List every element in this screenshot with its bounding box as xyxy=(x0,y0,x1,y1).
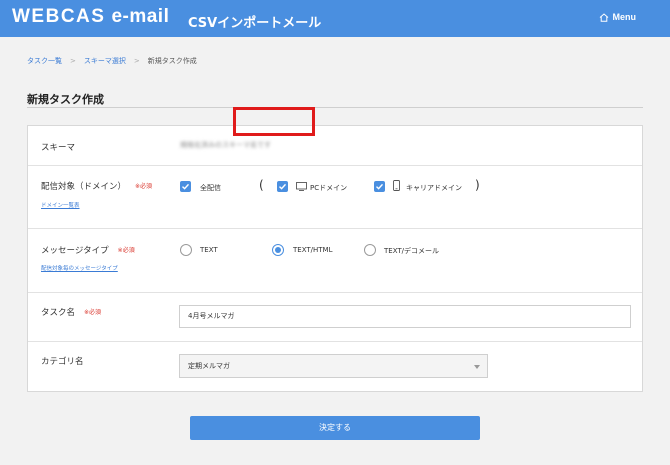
schema-label: スキーマ xyxy=(41,143,76,153)
message-type-label: メッセージタイプ ※必須 xyxy=(41,244,135,256)
domain-label-text: 配信対象（ドメイン） xyxy=(41,182,127,192)
message-type-row: メッセージタイプ ※必須 配信対象毎のメッセージタイプ TEXT TEXT/HTM… xyxy=(28,229,642,293)
close-paren: ) xyxy=(475,178,480,192)
breadcrumb-schema-select[interactable]: スキーマ選択 xyxy=(84,56,126,66)
menu-button[interactable]: Menu xyxy=(599,12,637,22)
checkmark-icon xyxy=(376,183,384,190)
task-form: スキーマ 規格化済みのスキーマ名です 配信対象（ドメイン） ※必須 ドメイン一覧表… xyxy=(27,125,643,392)
domain-label: 配信対象（ドメイン） ※必須 xyxy=(41,180,152,192)
category-label: カテゴリ名 xyxy=(41,357,84,367)
radio-text-decomail[interactable] xyxy=(364,244,376,256)
required-mark: ※必須 xyxy=(117,247,135,254)
webcas-logo[interactable]: WEBCAS e-mail xyxy=(12,6,169,28)
breadcrumb-separator: > xyxy=(133,57,140,65)
checkmark-icon xyxy=(279,183,287,190)
open-paren: ( xyxy=(259,178,264,192)
category-row: カテゴリ名 定期メルマガ xyxy=(28,342,642,391)
breadcrumb-task-list[interactable]: タスク一覧 xyxy=(27,56,62,66)
breadcrumb-separator: > xyxy=(70,57,76,65)
task-name-label: タスク名 ※必須 xyxy=(41,306,101,318)
mobile-phone-icon xyxy=(393,180,400,191)
task-name-input[interactable]: 4月号メルマガ xyxy=(179,305,631,328)
radio-text-html-label: TEXT/HTML xyxy=(293,246,333,254)
message-type-link[interactable]: 配信対象毎のメッセージタイプ xyxy=(41,264,118,272)
home-icon xyxy=(599,12,608,22)
category-select-value: 定期メルマガ xyxy=(188,362,230,370)
schema-value: 規格化済みのスキーマ名です xyxy=(180,141,271,149)
radio-text-html[interactable] xyxy=(272,244,284,256)
message-type-label-text: メッセージタイプ xyxy=(41,246,109,256)
category-select[interactable]: 定期メルマガ xyxy=(179,354,488,378)
all-delivery-checkbox[interactable] xyxy=(180,181,191,192)
carrier-domain-checkbox[interactable] xyxy=(374,181,385,192)
logo-sub: e-mail xyxy=(111,6,170,27)
breadcrumb-current: 新規タスク作成 xyxy=(147,57,197,65)
logo-main: WEBCAS xyxy=(12,6,106,27)
radio-text[interactable] xyxy=(180,244,192,256)
carrier-domain-label: キャリアドメイン xyxy=(406,184,462,192)
radio-text-label: TEXT xyxy=(200,246,218,254)
title-divider xyxy=(27,107,643,108)
app-title: CSVインポートメール xyxy=(188,16,322,31)
monitor-icon xyxy=(296,182,307,191)
required-mark: ※必須 xyxy=(84,309,102,316)
pc-domain-label: PCドメイン xyxy=(310,184,348,192)
checkmark-icon xyxy=(182,183,190,190)
pc-domain-checkbox[interactable] xyxy=(277,181,288,192)
menu-label: Menu xyxy=(612,12,637,22)
domain-list-link[interactable]: ドメイン一覧表 xyxy=(41,201,80,209)
schema-row: スキーマ 規格化済みのスキーマ名です xyxy=(28,126,642,166)
app-header: WEBCAS e-mail CSVインポートメール Menu xyxy=(0,0,670,37)
chevron-down-icon xyxy=(474,365,480,369)
domain-row: 配信対象（ドメイン） ※必須 ドメイン一覧表 全配信 ( PCドメイン キャリアド… xyxy=(28,166,642,229)
submit-button[interactable]: 決定する xyxy=(190,416,480,440)
breadcrumb: タスク一覧 > スキーマ選択 > 新規タスク作成 xyxy=(27,56,197,66)
page-title: 新規タスク作成 xyxy=(27,93,104,106)
highlight-box xyxy=(233,107,315,136)
required-mark: ※必須 xyxy=(135,183,153,190)
task-name-row: タスク名 ※必須 4月号メルマガ xyxy=(28,293,642,342)
all-delivery-label: 全配信 xyxy=(200,184,221,192)
task-name-label-text: タスク名 xyxy=(41,308,76,318)
radio-text-decomail-label: TEXT/デコメール xyxy=(384,247,440,255)
